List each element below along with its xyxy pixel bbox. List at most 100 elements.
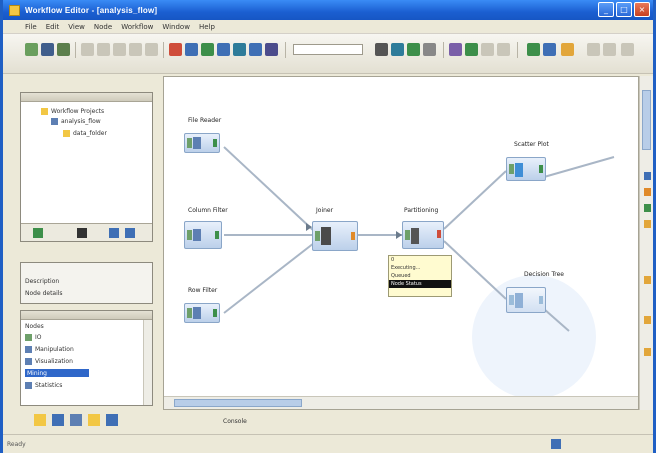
output-port[interactable] — [213, 309, 217, 317]
output-port[interactable] — [213, 139, 217, 147]
maximize-button[interactable]: □ — [616, 2, 632, 17]
copy-icon[interactable] — [129, 43, 142, 56]
minimize-button[interactable]: _ — [598, 2, 614, 17]
output-port[interactable] — [539, 296, 543, 304]
layout-icon[interactable] — [375, 43, 388, 56]
node-row-filter[interactable] — [184, 303, 220, 323]
input-port[interactable] — [187, 308, 192, 318]
connection-line — [223, 242, 315, 314]
node-icon[interactable] — [52, 414, 64, 426]
configure-icon[interactable] — [185, 43, 198, 56]
category-icon — [25, 333, 32, 341]
output-port[interactable] — [351, 232, 355, 240]
toolbar-icon[interactable] — [644, 276, 651, 284]
node-category-mining-selected[interactable]: Mining — [25, 369, 89, 377]
tree-item-workflow[interactable]: analysis_flow — [51, 117, 101, 125]
node-decision-tree[interactable] — [506, 287, 546, 313]
save-all-icon[interactable] — [57, 43, 70, 56]
menu-window[interactable]: Window — [162, 23, 190, 31]
node-scatter-plot[interactable] — [506, 157, 546, 181]
category-icon — [25, 357, 32, 365]
cut-icon[interactable] — [113, 43, 126, 56]
console-label[interactable]: Console — [223, 418, 247, 425]
node-column-filter[interactable] — [184, 221, 222, 249]
run-icon[interactable] — [527, 43, 540, 56]
node-repository-scrollbar[interactable] — [143, 320, 152, 405]
tree-item-data[interactable]: data_folder — [63, 129, 107, 137]
snap-icon[interactable] — [423, 43, 436, 56]
export-icon[interactable] — [77, 228, 87, 238]
input-port[interactable] — [509, 164, 514, 174]
execute-icon[interactable] — [201, 43, 214, 56]
node-partitioning[interactable] — [402, 221, 444, 249]
close-button[interactable]: × — [634, 2, 650, 17]
node-category-io[interactable]: IO — [25, 333, 42, 341]
tree-item-projects[interactable]: Workflow Projects — [41, 107, 104, 115]
project-explorer-panel: Workflow Projects analysis_flow data_fol… — [20, 92, 153, 242]
scrollbar-thumb[interactable] — [642, 90, 651, 150]
view-icon[interactable] — [265, 43, 278, 56]
input-port[interactable] — [315, 231, 320, 241]
output-port[interactable] — [215, 231, 219, 239]
input-port[interactable] — [405, 230, 410, 240]
canvas-vertical-scrollbar[interactable] — [639, 76, 653, 410]
help-icon[interactable] — [561, 43, 574, 56]
search-icon[interactable] — [106, 414, 118, 426]
scrollbar-thumb[interactable] — [174, 399, 302, 407]
resume-icon[interactable] — [497, 43, 510, 56]
node-category-manipulation[interactable]: Manipulation — [25, 345, 74, 353]
toolbar-icon[interactable] — [644, 172, 651, 180]
refresh-icon[interactable] — [109, 228, 119, 238]
nav-forward-icon[interactable] — [603, 43, 616, 56]
align-icon[interactable] — [407, 43, 420, 56]
output-port[interactable] — [539, 165, 543, 173]
toolbar-icon[interactable] — [644, 220, 651, 228]
node-category-statistics[interactable]: Statistics — [25, 381, 62, 389]
report-icon[interactable] — [543, 43, 556, 56]
new-icon[interactable] — [25, 43, 38, 56]
reset-icon[interactable] — [249, 43, 262, 56]
toolbar-icon[interactable] — [644, 204, 651, 212]
folder-icon[interactable] — [34, 414, 46, 426]
menu-edit[interactable]: Edit — [46, 23, 60, 31]
input-port[interactable] — [509, 295, 514, 305]
execute-all-icon[interactable] — [217, 43, 230, 56]
status-text: Ready — [7, 440, 26, 448]
toolbar — [3, 34, 653, 74]
menu-node[interactable]: Node — [94, 23, 112, 31]
debug-icon[interactable] — [449, 43, 462, 56]
undo-icon[interactable] — [81, 43, 94, 56]
collapse-icon[interactable] — [125, 228, 135, 238]
toolbar-icon[interactable] — [644, 188, 651, 196]
nav-back-icon[interactable] — [587, 43, 600, 56]
node-label: Decision Tree — [524, 271, 564, 278]
output-port[interactable] — [437, 230, 441, 238]
zoom-combo[interactable] — [293, 44, 363, 55]
step-icon[interactable] — [465, 43, 478, 56]
paste-icon[interactable] — [145, 43, 158, 56]
node-joiner[interactable] — [312, 221, 358, 251]
toolbar-icon[interactable] — [644, 348, 651, 356]
workflow-canvas[interactable]: File Reader Column Filter Row Filter Joi… — [163, 76, 639, 410]
import-icon[interactable] — [33, 228, 43, 238]
perspective-icon[interactable] — [621, 43, 634, 56]
grid-icon[interactable] — [391, 43, 404, 56]
input-port[interactable] — [187, 230, 192, 240]
toolbar-icon[interactable] — [644, 316, 651, 324]
favorite-icon[interactable] — [88, 414, 100, 426]
node-category-visualization[interactable]: Visualization — [25, 357, 73, 365]
node-icon[interactable] — [70, 414, 82, 426]
cancel-icon[interactable] — [233, 43, 246, 56]
node-file-reader[interactable] — [184, 133, 220, 153]
break-icon[interactable] — [481, 43, 494, 56]
save-icon[interactable] — [41, 43, 54, 56]
menu-workflow[interactable]: Workflow — [121, 23, 153, 31]
stop-icon[interactable] — [169, 43, 182, 56]
menu-view[interactable]: View — [68, 23, 85, 31]
canvas-horizontal-scrollbar[interactable] — [164, 396, 638, 409]
input-port[interactable] — [187, 138, 192, 148]
menu-help[interactable]: Help — [199, 23, 215, 31]
menu-file[interactable]: File — [25, 23, 37, 31]
redo-icon[interactable] — [97, 43, 110, 56]
title-bar: Workflow Editor - [analysis_flow] _ □ × — [3, 0, 653, 20]
